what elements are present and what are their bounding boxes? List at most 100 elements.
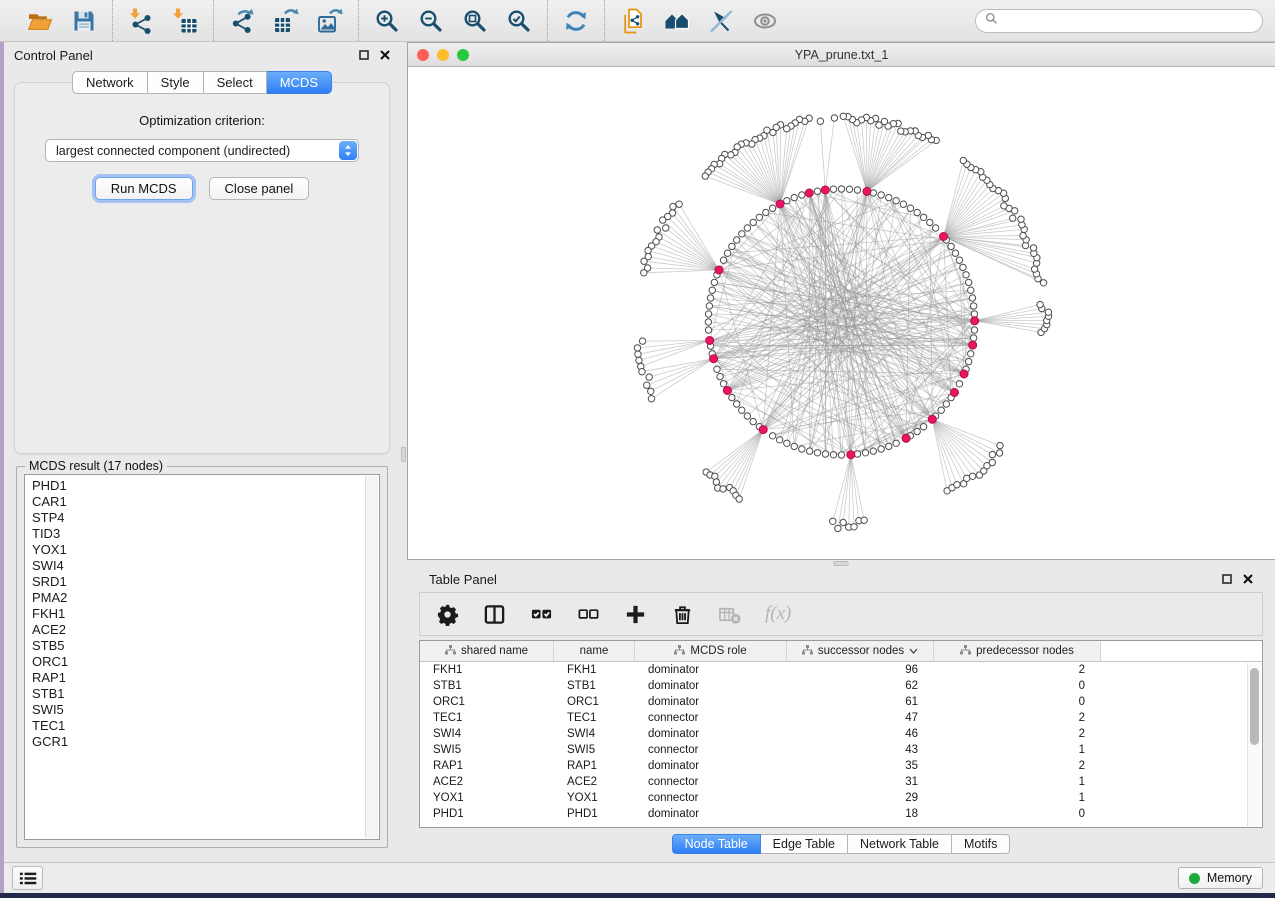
search-input[interactable] [1003, 14, 1253, 28]
mcds-result-item[interactable]: STB5 [32, 638, 379, 654]
deselect-all-rows-button[interactable] [577, 600, 600, 628]
delete-row-button[interactable] [671, 600, 694, 628]
export-table-button[interactable] [272, 7, 300, 35]
mcds-result-item[interactable]: RAP1 [32, 670, 379, 686]
table-cell: 29 [787, 790, 934, 806]
add-row-icon [624, 603, 647, 626]
tab-edge-table[interactable]: Edge Table [761, 834, 848, 854]
eye-button[interactable] [751, 7, 779, 35]
tab-style[interactable]: Style [148, 71, 204, 94]
maximize-window-icon[interactable] [457, 49, 469, 61]
table-panel-title: Table Panel [429, 572, 497, 587]
table-scrollbar[interactable] [1247, 663, 1261, 826]
table-cell: connector [635, 742, 787, 758]
cytoscape-window: Control Panel NetworkStyleSelectMCDS Opt… [0, 0, 1275, 893]
mcds-result-item[interactable]: GCR1 [32, 734, 379, 750]
zoom-in-button[interactable] [373, 7, 401, 35]
scrollbar-thumb[interactable] [1250, 668, 1259, 745]
vertical-splitter[interactable] [400, 42, 407, 862]
column-header-name[interactable]: name [554, 641, 635, 662]
run-mcds-button[interactable]: Run MCDS [95, 177, 193, 200]
toolbar-group [604, 0, 793, 41]
tab-network-table[interactable]: Network Table [848, 834, 952, 854]
result-list-scrollbar[interactable] [365, 476, 378, 838]
table-row[interactable]: FKH1FKH1dominator962 [420, 662, 1262, 678]
table-row[interactable]: SWI4SWI4dominator462 [420, 726, 1262, 742]
column-header-predecessor-nodes[interactable]: predecessor nodes [934, 641, 1101, 662]
settings-button[interactable] [436, 600, 459, 628]
export-image-button[interactable] [316, 7, 344, 35]
mcds-result-item[interactable]: TID3 [32, 526, 379, 542]
close-panel-button[interactable]: Close panel [209, 177, 310, 200]
tab-motifs[interactable]: Motifs [952, 834, 1010, 854]
memory-button[interactable]: Memory [1178, 867, 1263, 889]
table-row[interactable]: ACE2ACE2connector311 [420, 774, 1262, 790]
table-row[interactable]: STB1STB1dominator620 [420, 678, 1262, 694]
home-button[interactable] [663, 7, 691, 35]
mcds-result-item[interactable]: PMA2 [32, 590, 379, 606]
table-cell: 2 [934, 758, 1101, 774]
column-label: predecessor nodes [976, 645, 1074, 657]
table-row[interactable]: ORC1ORC1dominator610 [420, 694, 1262, 710]
mcds-result-item[interactable]: SWI4 [32, 558, 379, 574]
tab-node-table[interactable]: Node Table [672, 834, 761, 854]
close-table-panel-icon[interactable] [1243, 574, 1253, 584]
mcds-result-list[interactable]: PHD1CAR1STP4TID3YOX1SWI4SRD1PMA2FKH1ACE2… [24, 474, 380, 840]
mcds-result-item[interactable]: YOX1 [32, 542, 379, 558]
pen-slash-button[interactable] [707, 7, 735, 35]
mcds-result-item[interactable]: PHD1 [32, 478, 379, 494]
column-header-successor-nodes[interactable]: successor nodes [787, 641, 934, 662]
table-cell: 0 [934, 694, 1101, 710]
close-window-icon[interactable] [417, 49, 429, 61]
show-columns-button[interactable] [483, 600, 506, 628]
search-field[interactable] [975, 9, 1263, 33]
tab-select[interactable]: Select [204, 71, 267, 94]
splitter-grip[interactable] [834, 561, 849, 566]
table-row[interactable]: RAP1RAP1dominator352 [420, 758, 1262, 774]
save-session-button[interactable] [70, 7, 98, 35]
mcds-result-item[interactable]: ORC1 [32, 654, 379, 670]
zoom-out-icon [418, 8, 444, 34]
zoom-selected-button[interactable] [505, 7, 533, 35]
float-control-panel-icon[interactable] [359, 50, 369, 60]
column-header-shared-name[interactable]: shared name [420, 641, 554, 662]
mcds-result-item[interactable]: TEC1 [32, 718, 379, 734]
tab-mcds[interactable]: MCDS [267, 71, 332, 94]
import-table-button[interactable] [171, 7, 199, 35]
column-header-mcds-role[interactable]: MCDS role [635, 641, 787, 662]
mcds-result-item[interactable]: ACE2 [32, 622, 379, 638]
horizontal-splitter[interactable] [407, 560, 1275, 566]
mcds-result-item[interactable]: SRD1 [32, 574, 379, 590]
document-network-button[interactable] [619, 7, 647, 35]
close-control-panel-icon[interactable] [380, 50, 390, 60]
splitter-grip[interactable] [401, 447, 406, 462]
refresh-view-button[interactable] [562, 7, 590, 35]
mcds-result-item[interactable]: SWI5 [32, 702, 379, 718]
select-all-rows-button[interactable] [530, 600, 553, 628]
network-view[interactable] [408, 67, 1275, 559]
add-row-button[interactable] [624, 600, 647, 628]
zoom-in-icon [374, 8, 400, 34]
mcds-result-item[interactable]: STP4 [32, 510, 379, 526]
mcds-result-item[interactable]: STB1 [32, 686, 379, 702]
table-row[interactable]: SWI5SWI5connector431 [420, 742, 1262, 758]
import-network-icon [128, 8, 154, 34]
panel-menu-button[interactable] [12, 866, 43, 890]
mcds-result-item[interactable]: CAR1 [32, 494, 379, 510]
minimize-window-icon[interactable] [437, 49, 449, 61]
import-network-button[interactable] [127, 7, 155, 35]
zoom-out-button[interactable] [417, 7, 445, 35]
optimization-criterion-select[interactable]: largest connected component (undirected) [45, 139, 359, 162]
table-row[interactable]: TEC1TEC1connector472 [420, 710, 1262, 726]
mcds-result-item[interactable]: FKH1 [32, 606, 379, 622]
network-graph[interactable] [408, 67, 1275, 559]
tab-network[interactable]: Network [72, 71, 148, 94]
zoom-fit-button[interactable] [461, 7, 489, 35]
network-window-titlebar[interactable]: YPA_prune.txt_1 [408, 43, 1275, 67]
open-file-button[interactable] [26, 7, 54, 35]
table-row[interactable]: PHD1PHD1dominator180 [420, 806, 1262, 822]
control-panel: Control Panel NetworkStyleSelectMCDS Opt… [4, 42, 400, 862]
table-row[interactable]: YOX1YOX1connector291 [420, 790, 1262, 806]
float-table-panel-icon[interactable] [1222, 574, 1232, 584]
export-network-button[interactable] [228, 7, 256, 35]
